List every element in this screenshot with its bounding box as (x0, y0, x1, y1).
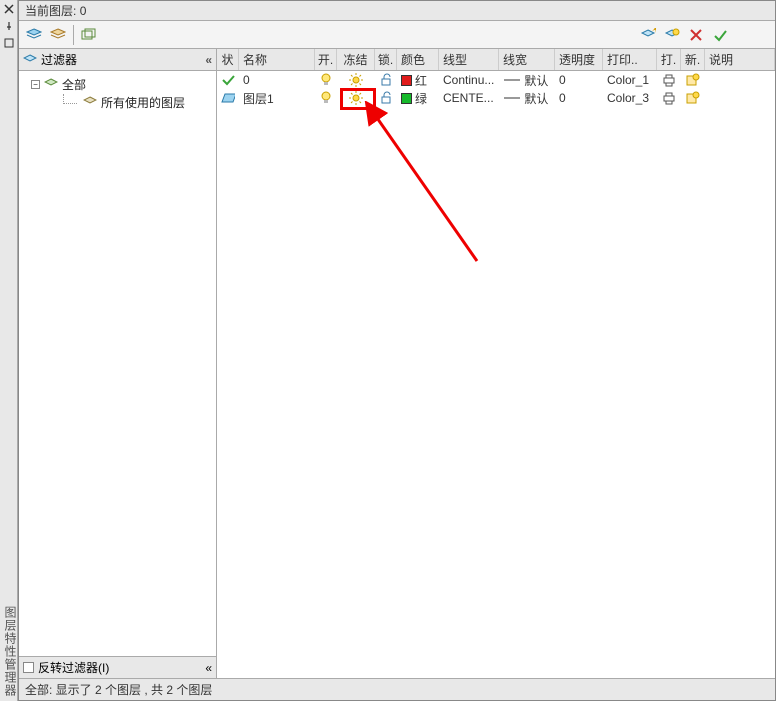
grid-body: 0红Continu... 默认0Color_1图层1绿CENTE... 默认0C… (217, 71, 775, 678)
toolbar: ✶ (19, 21, 775, 49)
col-freeze[interactable]: 冻结 (337, 49, 375, 70)
col-description[interactable]: 说明 (705, 49, 775, 70)
col-status[interactable]: 状 (217, 49, 239, 70)
col-color[interactable]: 颜色 (397, 49, 439, 70)
status-bar: 全部: 显示了 2 个图层 , 共 2 个图层 (19, 678, 775, 700)
lock-icon[interactable] (375, 91, 397, 105)
invert-filter-checkbox[interactable] (23, 662, 34, 673)
filter-footer: 反转过滤器(I) « (19, 656, 216, 678)
col-transparency[interactable]: 透明度 (555, 49, 603, 70)
grid-header: 状 名称 开. 冻结 锁. 颜色 线型 线宽 透明度 打印.. 打. 新. 说明 (217, 49, 775, 71)
printer-icon[interactable] (657, 91, 681, 105)
filter-tree: − 全部 所有使用的图层 (19, 71, 216, 656)
current-layer-value: 0 (80, 4, 87, 18)
pin-icon[interactable] (1, 18, 17, 34)
tree-root-label: 全部 (62, 76, 86, 93)
bulb-icon[interactable] (315, 91, 337, 105)
transparency-cell[interactable]: 0 (555, 91, 603, 105)
filter-header-label: 过滤器 (41, 51, 77, 68)
delete-layer-icon[interactable] (687, 26, 705, 44)
apply-icon[interactable] (711, 26, 729, 44)
col-linetype[interactable]: 线型 (439, 49, 499, 70)
linetype-cell[interactable]: CENTE... (439, 91, 499, 105)
linetype-cell[interactable]: Continu... (439, 73, 499, 87)
layer-name[interactable]: 图层1 (239, 90, 315, 107)
newvp-icon[interactable] (681, 73, 705, 87)
layer-group-icon[interactable] (80, 26, 98, 44)
table-row[interactable]: 图层1 绿CENTE... 默认0Color_3 (217, 89, 775, 107)
new-layer-icon[interactable]: ✶ (639, 26, 657, 44)
col-lineweight[interactable]: 线宽 (499, 49, 555, 70)
main-panel: 当前图层: 0 ✶ 过滤器 « − (18, 0, 776, 701)
plotstyle-cell[interactable]: Color_1 (603, 73, 657, 87)
tree-root[interactable]: − 全部 (25, 75, 210, 93)
col-plotstyle[interactable]: 打印.. (603, 49, 657, 70)
layer-states-icon[interactable] (49, 26, 67, 44)
col-plot[interactable]: 打. (657, 49, 681, 70)
status-icon (217, 73, 239, 87)
col-newvp[interactable]: 新. (681, 49, 705, 70)
expander-icon[interactable]: − (31, 80, 40, 89)
filter-icon (23, 54, 37, 66)
bulb-icon[interactable] (315, 73, 337, 87)
plotstyle-cell[interactable]: Color_3 (603, 91, 657, 105)
sidebar-footer-collapse[interactable]: « (205, 661, 212, 675)
tree-child[interactable]: 所有使用的图层 (25, 93, 210, 111)
layers-used-icon (83, 96, 97, 108)
sun-icon[interactable] (337, 91, 375, 105)
left-rail: 图层特性管理器 (0, 0, 18, 701)
status-icon (217, 92, 239, 104)
col-name[interactable]: 名称 (239, 49, 315, 70)
freeze-layer-icon[interactable] (663, 26, 681, 44)
menu-icon[interactable] (1, 35, 17, 51)
current-layer-label: 当前图层: (25, 2, 76, 19)
tree-child-label: 所有使用的图层 (101, 94, 185, 111)
col-lock[interactable]: 锁. (375, 49, 397, 70)
status-bar-text: 全部: 显示了 2 个图层 , 共 2 个图层 (25, 681, 212, 698)
lineweight-cell[interactable]: 默认 (499, 90, 555, 107)
table-row[interactable]: 0红Continu... 默认0Color_1 (217, 71, 775, 89)
sidebar-collapse-button[interactable]: « (205, 53, 212, 67)
filter-sidebar: 过滤器 « − 全部 所有使用的图层 反转过滤器(I) « (19, 49, 217, 678)
printer-icon[interactable] (657, 73, 681, 87)
svg-text:✶: ✶ (651, 28, 656, 36)
sun-icon[interactable] (337, 73, 375, 87)
newvp-icon[interactable] (681, 91, 705, 105)
color-cell[interactable]: 绿 (397, 90, 439, 107)
layers-stack-icon (44, 78, 58, 90)
panel-title-vertical: 图层特性管理器 (2, 606, 19, 697)
annotation-arrow (357, 101, 497, 281)
col-on[interactable]: 开. (315, 49, 337, 70)
color-cell[interactable]: 红 (397, 72, 439, 89)
layers-icon[interactable] (25, 26, 43, 44)
layer-grid: 状 名称 开. 冻结 锁. 颜色 线型 线宽 透明度 打印.. 打. 新. 说明… (217, 49, 775, 678)
invert-filter-label: 反转过滤器(I) (38, 659, 109, 676)
lock-icon[interactable] (375, 73, 397, 87)
filter-header: 过滤器 « (19, 49, 216, 71)
title-strip: 当前图层: 0 (19, 1, 775, 21)
layer-name[interactable]: 0 (239, 73, 315, 87)
lineweight-cell[interactable]: 默认 (499, 72, 555, 89)
close-icon[interactable] (1, 1, 17, 17)
transparency-cell[interactable]: 0 (555, 73, 603, 87)
